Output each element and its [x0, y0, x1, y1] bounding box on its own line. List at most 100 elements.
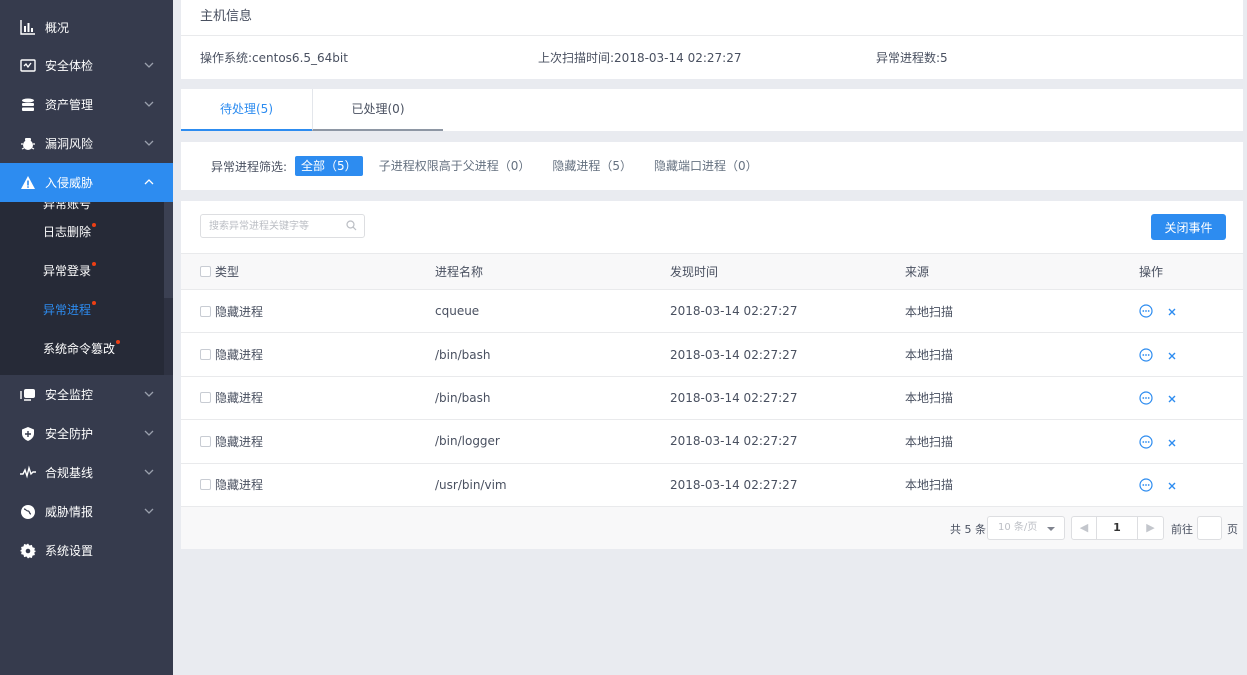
alert-dot — [92, 300, 97, 305]
detail-icon[interactable] — [1139, 391, 1153, 405]
nav-item-label: 安全监控 — [45, 388, 94, 402]
chevron-down-icon — [143, 427, 155, 439]
cell-process-name: /bin/bash — [435, 332, 670, 377]
nav-item-overview[interactable]: 概况 — [0, 0, 173, 46]
monitor-check-icon — [20, 58, 36, 74]
column-header-type: 类型 — [181, 253, 435, 290]
cell-process-name: /bin/logger — [435, 419, 670, 464]
submenu-item-abnormal-process[interactable]: 异常进程 — [0, 290, 173, 329]
cell-source: 本地扫描 — [905, 376, 1139, 421]
globe-icon — [20, 504, 36, 520]
host-info-title: 主机信息 — [181, 0, 1243, 36]
filter-chip-child-privilege[interactable]: 子进程权限高于父进程（0） — [373, 156, 537, 176]
tab-pending[interactable]: 待处理(5) — [181, 89, 312, 131]
status-tabs: 待处理(5) 已处理(0) — [181, 89, 1243, 131]
chevron-up-icon — [143, 176, 155, 188]
table-row: 隐藏进程 cqueue 2018-03-14 02:27:27 本地扫描 — [181, 289, 1243, 334]
detail-icon[interactable] — [1139, 435, 1153, 449]
nav-item-label: 安全体检 — [45, 59, 94, 73]
page-size-select[interactable]: 10 条/页 — [987, 516, 1065, 540]
nav-item-label: 安全防护 — [45, 427, 94, 441]
goto-page-input[interactable] — [1197, 516, 1222, 540]
nav-item-threat-intelligence[interactable]: 威胁情报 — [0, 492, 173, 531]
chevron-left-icon: ◀ — [1079, 521, 1089, 534]
row-checkbox[interactable] — [200, 479, 211, 491]
filter-chip-all[interactable]: 全部（5） — [295, 156, 363, 176]
nav-item-label: 资产管理 — [45, 98, 94, 112]
close-icon[interactable] — [1167, 393, 1177, 403]
column-header-process-name: 进程名称 — [435, 253, 670, 290]
cell-actions — [1139, 463, 1243, 507]
search-input[interactable] — [201, 215, 341, 237]
pagination: 共 5 条 10 条/页 ◀ 1 ▶ 前往 页 — [181, 507, 1243, 549]
close-event-button[interactable]: 关闭事件 — [1151, 214, 1226, 240]
cell-found-time: 2018-03-14 02:27:27 — [670, 289, 905, 334]
submenu-item-system-command-tamper[interactable]: 系统命令篡改 — [0, 329, 173, 368]
nav-item-compliance-baseline[interactable]: 合规基线 — [0, 453, 173, 492]
close-icon[interactable] — [1167, 350, 1177, 360]
bar-chart-icon — [20, 19, 36, 35]
shield-icon — [20, 426, 36, 442]
search-icon[interactable] — [346, 220, 357, 231]
row-checkbox[interactable] — [200, 349, 211, 361]
table-row: 隐藏进程 /bin/bash 2018-03-14 02:27:27 本地扫描 — [181, 332, 1243, 377]
nav-item-label: 威胁情报 — [45, 505, 94, 519]
next-page-button[interactable]: ▶ — [1137, 516, 1164, 540]
filter-chip-hidden-process[interactable]: 隐藏进程（5） — [546, 156, 638, 176]
close-icon[interactable] — [1167, 306, 1177, 316]
pulse-icon — [20, 464, 36, 481]
detail-icon[interactable] — [1139, 304, 1153, 319]
cell-process-name: cqueue — [435, 289, 670, 334]
submenu-item-abnormal-login[interactable]: 异常登录 — [0, 251, 173, 290]
cell-type: 隐藏进程 — [181, 332, 435, 377]
row-checkbox[interactable] — [200, 305, 211, 317]
submenu-scrollbar[interactable] — [164, 202, 173, 375]
detail-icon[interactable] — [1139, 478, 1153, 492]
last-scan-time: 上次扫描时间:2018-03-14 02:27:27 — [538, 51, 742, 65]
nav-item-security-protection[interactable]: 安全防护 — [0, 414, 173, 453]
cell-actions — [1139, 332, 1243, 377]
submenu-item-abnormal-account[interactable]: 异常账号 — [0, 202, 173, 212]
gear-icon — [20, 543, 36, 559]
column-header-source: 来源 — [905, 253, 1139, 290]
submenu-item-log-deletion[interactable]: 日志删除 — [0, 212, 173, 251]
caret-down-icon — [1047, 527, 1055, 531]
nav-item-asset-management[interactable]: 资产管理 — [0, 85, 173, 124]
alert-dot — [116, 339, 121, 344]
submenu-scroll-thumb[interactable] — [164, 202, 173, 298]
nav-item-label: 合规基线 — [45, 466, 94, 480]
cell-actions — [1139, 376, 1243, 421]
cell-source: 本地扫描 — [905, 332, 1139, 377]
tab-handled[interactable]: 已处理(0) — [312, 89, 443, 131]
cell-type: 隐藏进程 — [181, 419, 435, 464]
goto-label: 前往 — [1171, 523, 1193, 536]
process-filter-bar: 异常进程筛选: 全部（5） 子进程权限高于父进程（0） 隐藏进程（5） 隐藏端口… — [181, 142, 1243, 190]
cell-actions — [1139, 419, 1243, 464]
cell-process-name: /bin/bash — [435, 376, 670, 421]
prev-page-button[interactable]: ◀ — [1071, 516, 1097, 540]
close-icon[interactable] — [1167, 480, 1177, 490]
detail-icon[interactable] — [1139, 348, 1153, 362]
table-row: 隐藏进程 /bin/bash 2018-03-14 02:27:27 本地扫描 — [181, 376, 1243, 421]
nav-item-system-settings[interactable]: 系统设置 — [0, 531, 173, 570]
row-checkbox[interactable] — [200, 435, 211, 447]
nav-item-intrusion-threat[interactable]: 入侵威胁 — [0, 163, 173, 202]
select-all-checkbox[interactable] — [200, 266, 211, 277]
close-icon[interactable] — [1167, 437, 1177, 447]
page-number-current[interactable]: 1 — [1096, 516, 1138, 540]
column-header-actions: 操作 — [1139, 253, 1243, 290]
filter-chip-hidden-port-process[interactable]: 隐藏端口进程（0） — [648, 156, 764, 176]
cell-source: 本地扫描 — [905, 419, 1139, 464]
nav-item-label: 系统设置 — [45, 544, 94, 558]
nav-item-security-check[interactable]: 安全体检 — [0, 46, 173, 85]
bug-icon — [20, 136, 36, 152]
cell-source: 本地扫描 — [905, 289, 1139, 334]
monitor-icon — [20, 387, 36, 403]
database-icon — [20, 97, 36, 113]
intrusion-submenu: 异常账号 日志删除 异常登录 异常进程 系统命令篡改 — [0, 202, 173, 375]
nav-item-security-monitoring[interactable]: 安全监控 — [0, 375, 173, 414]
nav-item-vulnerability-risk[interactable]: 漏洞风险 — [0, 124, 173, 163]
row-checkbox[interactable] — [200, 392, 211, 404]
cell-source: 本地扫描 — [905, 463, 1139, 507]
pagination-total: 共 5 条 — [950, 523, 986, 536]
